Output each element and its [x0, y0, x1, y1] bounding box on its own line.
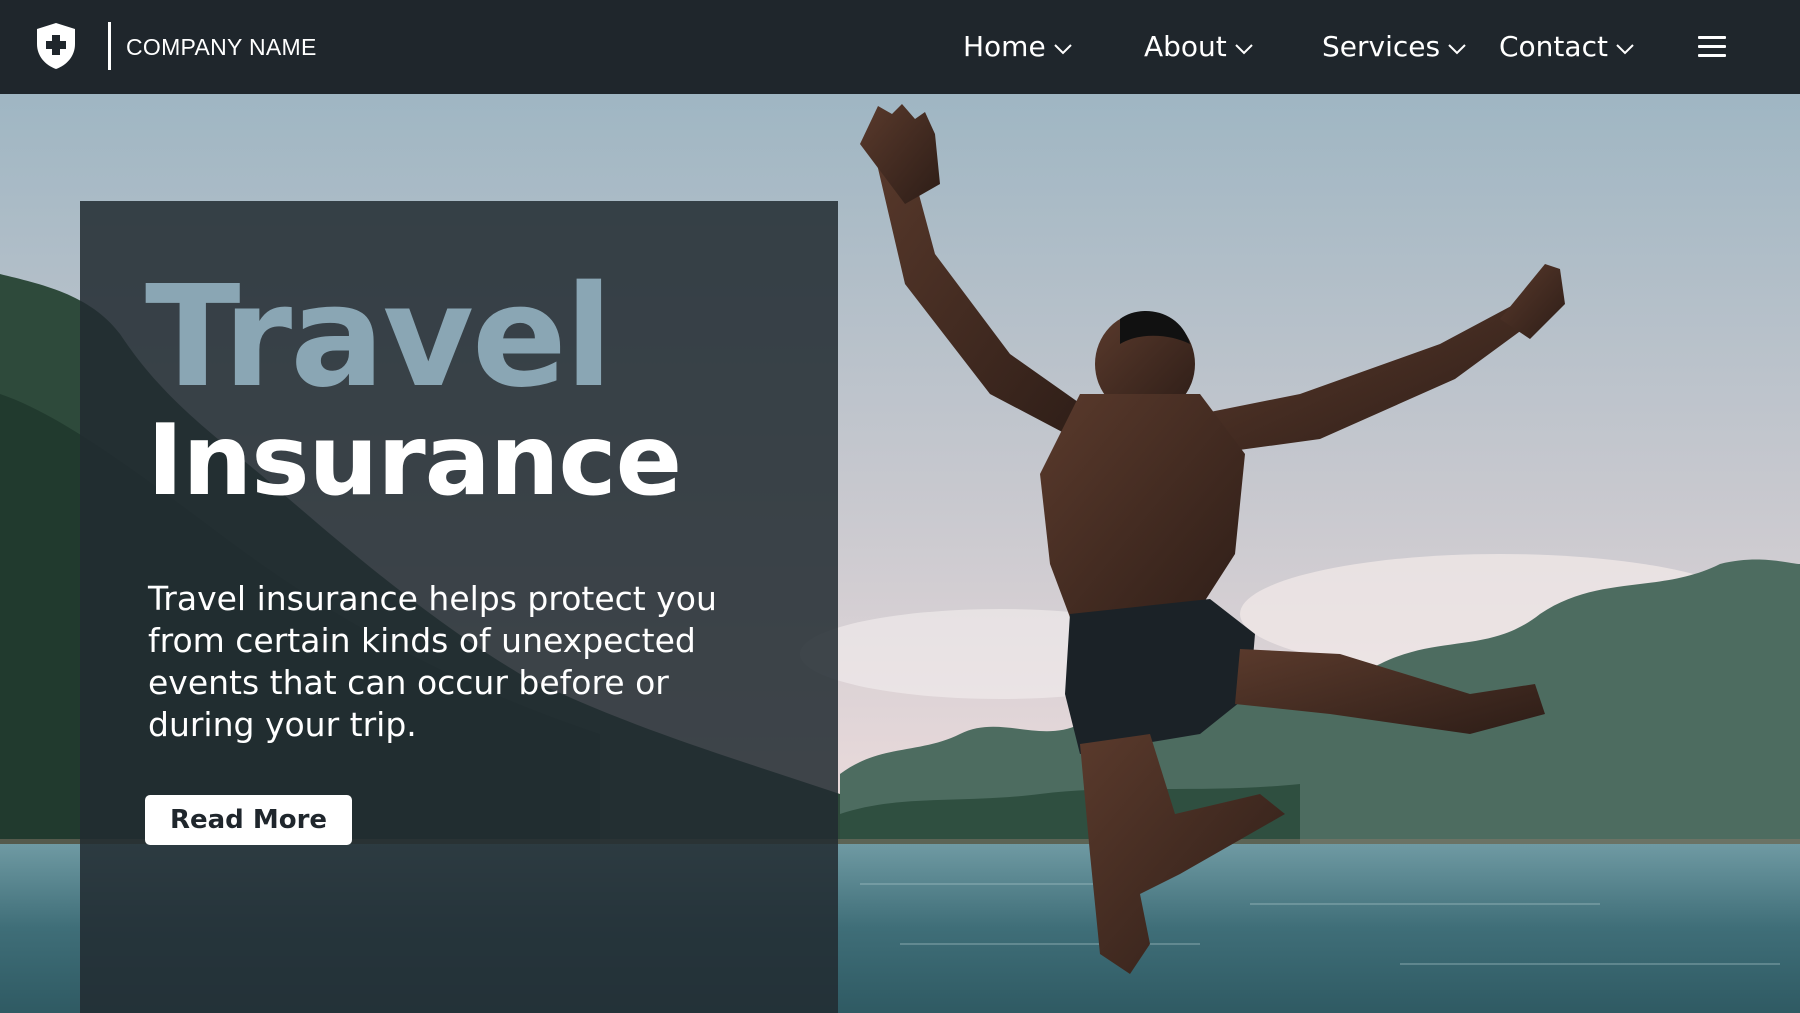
nav-item-home[interactable]: Home: [963, 26, 1072, 66]
chevron-down-icon: [1053, 44, 1072, 55]
chevron-down-icon: [1616, 44, 1634, 55]
chevron-down-icon: [1448, 44, 1466, 55]
top-nav-bar: COMPANY NAME Home About Services Contact: [0, 0, 1800, 94]
nav-item-label: About: [1144, 29, 1227, 63]
chevron-down-icon: [1235, 44, 1253, 55]
company-name[interactable]: COMPANY NAME: [126, 34, 317, 61]
nav-item-services[interactable]: Services: [1322, 26, 1466, 66]
nav-item-contact[interactable]: Contact: [1499, 26, 1634, 66]
nav-item-label: Home: [963, 29, 1046, 63]
shield-plus-icon[interactable]: [35, 22, 77, 70]
hamburger-menu-icon[interactable]: [1698, 33, 1726, 59]
logo-divider: [108, 22, 111, 70]
nav-item-label: Services: [1322, 29, 1441, 63]
hero-title-insurance: Insurance: [147, 404, 682, 518]
nav-item-about[interactable]: About: [1144, 26, 1253, 66]
hero-title-travel: Travel: [145, 256, 613, 419]
hero-description: Travel insurance helps protect you from …: [148, 579, 717, 744]
read-more-button[interactable]: Read More: [145, 795, 352, 845]
nav-item-label: Contact: [1499, 29, 1608, 63]
